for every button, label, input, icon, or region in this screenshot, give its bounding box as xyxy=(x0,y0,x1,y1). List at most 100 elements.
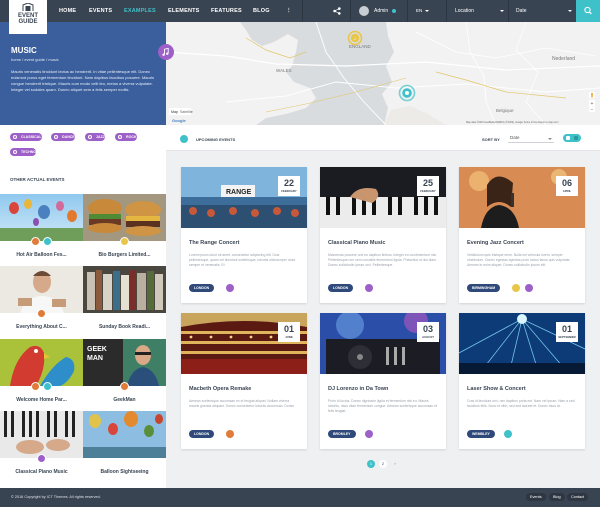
music-category-icon[interactable] xyxy=(226,284,234,292)
footer-link-contact[interactable]: Contact xyxy=(567,493,589,501)
side-event-card[interactable]: Everything About C... xyxy=(0,266,83,337)
tag-jazz[interactable]: JAZZ xyxy=(85,133,105,141)
event-date: 03 AUGUST xyxy=(417,322,439,342)
music-category-icon[interactable] xyxy=(525,284,533,292)
event-city-badge[interactable]: LONDON xyxy=(328,284,354,292)
nav-elements[interactable]: ELEMENTS xyxy=(168,0,200,22)
map-type-control[interactable]: Map Satellite xyxy=(169,108,193,115)
event-title[interactable]: Evening Jazz Concert xyxy=(467,240,524,246)
side-event-title[interactable]: Bio Burgers Limited... xyxy=(83,252,166,258)
category-icon[interactable] xyxy=(120,382,129,391)
event-title[interactable]: Macbeth Opera Remake xyxy=(189,386,251,392)
event-card[interactable]: 01 SEPTEMBER Laser Show & Concert Cras i… xyxy=(459,313,585,449)
page-1-button[interactable]: 1 xyxy=(367,460,375,468)
side-event-title[interactable]: Classical Piano Music xyxy=(0,469,83,475)
map-zoom-control[interactable]: + − xyxy=(589,100,595,113)
event-day: 06 xyxy=(561,178,572,188)
side-event-title[interactable]: Welcome Home Par... xyxy=(0,397,83,403)
page-2-button[interactable]: 2 xyxy=(379,460,387,468)
event-title[interactable]: The Range Concert xyxy=(189,240,239,246)
footer-link-blog[interactable]: Blog xyxy=(549,493,565,501)
event-title[interactable]: DJ Lorenzo in Da Town xyxy=(328,386,388,392)
grid-view-icon[interactable] xyxy=(566,136,570,140)
side-event-card[interactable]: Bio Burgers Limited... xyxy=(83,194,166,265)
side-event-title[interactable]: Sunday Book Readi... xyxy=(83,324,166,330)
nav-events[interactable]: EVENTS xyxy=(89,0,112,22)
event-card[interactable]: RANGE 22 FEBRUARY The Range Concert Lore… xyxy=(181,167,307,303)
event-title[interactable]: Classical Piano Music xyxy=(328,240,385,246)
event-card[interactable]: 03 AUGUST DJ Lorenzo in Da Town Proin id… xyxy=(320,313,446,449)
map-label-nederland: Nederland xyxy=(552,56,575,62)
side-event-card[interactable]: Hot Air Balloon Fes... xyxy=(0,194,83,265)
user-name[interactable]: Admin xyxy=(374,0,388,22)
side-event-title[interactable]: Everything About C... xyxy=(0,324,83,330)
nav-home[interactable]: HOME xyxy=(59,0,76,22)
location-select[interactable]: Location xyxy=(446,0,508,22)
next-page-button[interactable]: › xyxy=(391,460,399,468)
category-icon[interactable] xyxy=(226,430,234,438)
chevron-down-icon xyxy=(568,10,572,12)
event-city-badge[interactable]: LONDON xyxy=(189,284,215,292)
event-city-badge[interactable]: WEMBLEY xyxy=(467,430,495,438)
music-category-icon[interactable] xyxy=(37,454,46,463)
event-card[interactable]: 01 JUNE Macbeth Opera Remake Aenean scel… xyxy=(181,313,307,449)
event-city-badge[interactable]: LONDON xyxy=(189,430,215,438)
tag-techno[interactable]: TECHNO xyxy=(10,148,37,156)
side-event-card[interactable]: Sunday Book Readi... xyxy=(83,266,166,337)
event-card[interactable]: 06 APRIL Evening Jazz Concert Vestibulum… xyxy=(459,167,585,303)
side-event-card[interactable]: GEEK MAN GeekMan xyxy=(83,339,166,410)
food-category-icon[interactable] xyxy=(120,237,129,246)
food-category-icon[interactable] xyxy=(31,382,40,391)
satellite-button[interactable]: Satellite xyxy=(180,110,193,114)
list-view-icon[interactable] xyxy=(574,136,578,140)
view-toggle[interactable] xyxy=(563,134,581,142)
event-map[interactable]: ENGLAND WALES Nederland Belgique ♪ + − M… xyxy=(166,22,600,125)
chevron-down-icon xyxy=(500,10,504,12)
location-select-label: Location xyxy=(455,8,474,14)
side-event-card[interactable]: Classical Piano Music xyxy=(0,411,83,482)
map-canvas[interactable]: ENGLAND WALES Nederland Belgique ♪ + − M… xyxy=(166,22,600,125)
map-label-wales: WALES xyxy=(276,68,292,73)
pegman-icon[interactable] xyxy=(589,92,595,98)
music-category-button[interactable] xyxy=(158,44,174,60)
geekman-image: GEEK MAN xyxy=(83,339,166,386)
music-category-icon[interactable] xyxy=(365,284,373,292)
breadcrumb[interactable]: home / event guide / music xyxy=(11,57,59,62)
tag-rock[interactable]: ROCK xyxy=(115,133,137,141)
online-status-icon xyxy=(392,9,396,13)
side-event-title[interactable]: Balloon Sightseeing xyxy=(83,469,166,475)
side-event-card[interactable]: Welcome Home Par... xyxy=(0,339,83,410)
piano-image xyxy=(0,411,83,458)
tag-icon xyxy=(118,135,122,139)
sort-select[interactable]: Date xyxy=(508,135,554,143)
event-city-badge[interactable]: BROMLEY xyxy=(328,430,356,438)
music-category-icon[interactable] xyxy=(365,430,373,438)
avatar[interactable] xyxy=(359,6,369,16)
side-event-title[interactable]: Hot Air Balloon Fes... xyxy=(0,252,83,258)
event-city-badge[interactable]: BIRMINGHAM xyxy=(467,284,501,292)
nav-blog[interactable]: BLOG xyxy=(253,0,270,22)
event-card[interactable]: 25 FEBRUARY Classical Piano Music Maecen… xyxy=(320,167,446,303)
side-event-title[interactable]: GeekMan xyxy=(83,397,166,403)
footer-link-events[interactable]: Events xyxy=(526,493,546,501)
food-category-icon[interactable] xyxy=(31,237,40,246)
food-category-icon[interactable] xyxy=(37,309,46,318)
side-event-card[interactable]: Balloon Sightseeing xyxy=(83,411,166,482)
search-button[interactable] xyxy=(576,0,600,22)
nav-examples[interactable]: EXAMPLES xyxy=(124,0,156,22)
tag-classical[interactable]: CLASSICAL xyxy=(10,133,42,141)
language-select[interactable]: EN xyxy=(416,0,422,22)
map-button[interactable]: Map xyxy=(171,110,178,114)
date-select[interactable]: Date xyxy=(508,0,576,22)
more-menu-icon[interactable]: ⋮ xyxy=(286,0,292,22)
travel-category-icon[interactable] xyxy=(43,237,52,246)
tag-dance[interactable]: DANCE xyxy=(51,133,75,141)
site-logo[interactable]: EVENT GUIDE xyxy=(9,0,47,34)
travel-category-icon[interactable] xyxy=(43,382,52,391)
category-icon[interactable] xyxy=(512,284,520,292)
nav-features[interactable]: FEATURES xyxy=(211,0,242,22)
share-icon[interactable] xyxy=(333,7,341,15)
balloons-image xyxy=(0,199,83,241)
event-title[interactable]: Laser Show & Concert xyxy=(467,386,526,392)
category-icon[interactable] xyxy=(504,430,512,438)
